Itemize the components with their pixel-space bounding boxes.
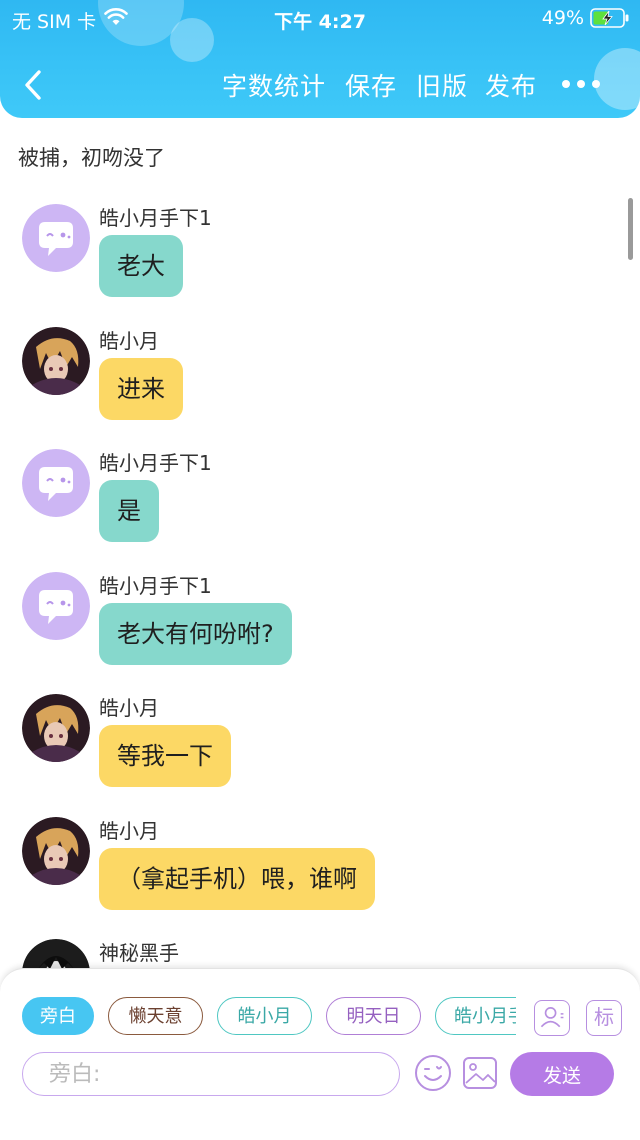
sender-name: 神秘黑手 [99, 941, 179, 965]
anime-girl-avatar[interactable] [22, 327, 90, 395]
sender-name: 皓小月 [99, 696, 159, 720]
battery-icon [590, 8, 629, 28]
message-input[interactable] [22, 1052, 400, 1096]
message-bubble[interactable]: 老大 [99, 235, 183, 297]
role-chip-narrator[interactable]: 旁白 [22, 997, 94, 1035]
word-count-button[interactable]: 字数统计 [222, 67, 326, 103]
old-version-button[interactable]: 旧版 [416, 67, 468, 103]
chat-message: 皓小月 （拿起手机）喂，谁啊 [0, 815, 620, 925]
mark-button[interactable]: 标 [586, 1000, 622, 1036]
status-bar: 无 SIM 卡 下午 4:27 49% [0, 0, 640, 36]
role-chip[interactable]: 明天日 [326, 997, 421, 1035]
anime-girl-avatar[interactable] [22, 694, 90, 762]
chat-message: 皓小月 等我一下 [0, 692, 620, 802]
sender-name: 皓小月手下1 [99, 206, 212, 230]
anime-girl-avatar[interactable] [22, 817, 90, 885]
chat-message: 皓小月手下1 老大有何吩咐? [0, 570, 620, 680]
role-chip[interactable]: 皓小月手下1 [435, 997, 516, 1035]
top-header: 无 SIM 卡 下午 4:27 49% 字数统计 保存 旧版 发布 [0, 0, 640, 118]
sender-name: 皓小月手下1 [99, 451, 212, 475]
manage-roles-button[interactable] [534, 1000, 570, 1036]
smiley-icon[interactable] [413, 1053, 453, 1093]
message-bubble[interactable]: （拿起手机）喂，谁啊 [99, 848, 375, 910]
purple-chat-bubble-avatar[interactable] [22, 449, 90, 517]
story-title: 被捕，初吻没了 [18, 146, 165, 170]
message-bubble[interactable]: 老大有何吩咐? [99, 603, 292, 665]
nav-bar: 字数统计 保存 旧版 发布 [0, 62, 640, 106]
purple-chat-bubble-avatar[interactable] [22, 572, 90, 640]
role-chip[interactable]: 懒天意 [108, 997, 203, 1035]
image-icon[interactable] [462, 1055, 498, 1091]
save-button[interactable]: 保存 [345, 67, 397, 103]
message-bubble[interactable]: 进来 [99, 358, 183, 420]
role-selector: 旁白 懒天意 皓小月 明天日 皓小月手下1 [22, 997, 516, 1039]
message-bubble[interactable]: 是 [99, 480, 159, 542]
send-button[interactable]: 发送 [510, 1052, 614, 1096]
input-panel: 旁白 懒天意 皓小月 明天日 皓小月手下1 标 发送 [0, 968, 640, 1140]
role-chip[interactable]: 皓小月 [217, 997, 312, 1035]
chat-message: 皓小月 进来 [0, 325, 620, 435]
sender-name: 皓小月 [99, 819, 159, 843]
chevron-left-icon[interactable] [22, 68, 44, 102]
message-bubble[interactable]: 等我一下 [99, 725, 231, 787]
scrollbar[interactable] [628, 198, 633, 260]
sender-name: 皓小月 [99, 329, 159, 353]
sender-name: 皓小月手下1 [99, 574, 212, 598]
purple-chat-bubble-avatar[interactable] [22, 204, 90, 272]
publish-button[interactable]: 发布 [485, 67, 537, 103]
chat-message: 皓小月手下1 老大 [0, 202, 620, 312]
person-icon [540, 1007, 564, 1028]
chat-message: 皓小月手下1 是 [0, 447, 620, 557]
ellipsis-icon[interactable] [562, 80, 600, 90]
battery-percentage: 49% [541, 7, 584, 29]
